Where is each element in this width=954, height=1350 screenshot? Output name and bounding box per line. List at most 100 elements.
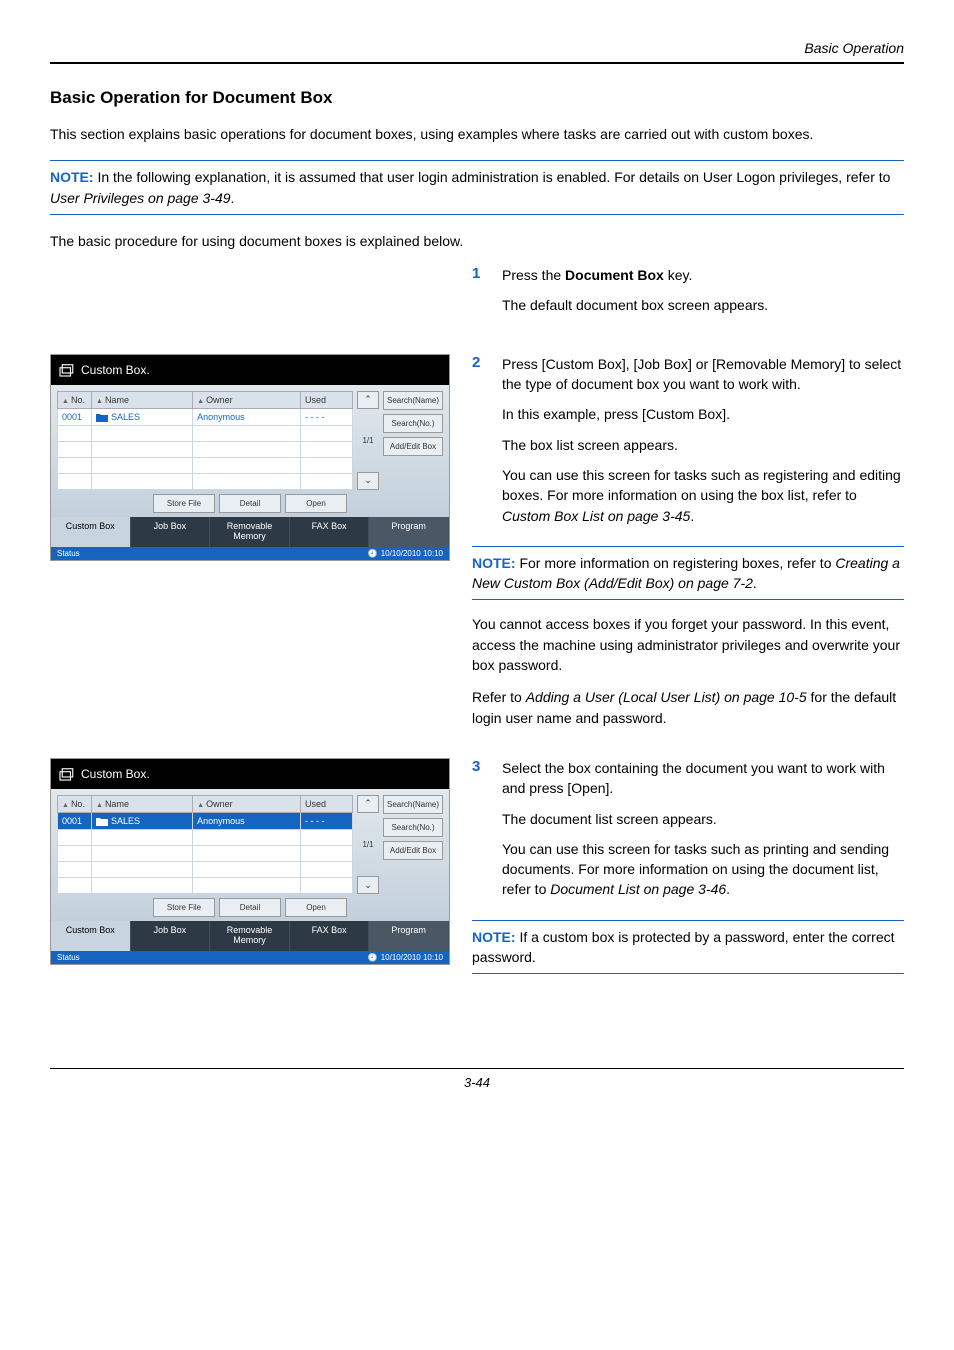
- step1-p2: The default document box screen appears.: [502, 295, 904, 315]
- step3-p2: The document list screen appears.: [502, 809, 904, 829]
- clock: 🕘10/10/2010 10:10: [368, 953, 443, 962]
- note-label: NOTE:: [472, 929, 516, 945]
- cell-no: 0001: [58, 408, 92, 425]
- clock: 🕘10/10/2010 10:10: [368, 549, 443, 558]
- col-name[interactable]: ▲Name: [92, 391, 193, 408]
- screenshot-panel-1: Custom Box. ▲No. ▲Name ▲Owner Used: [50, 354, 450, 561]
- tab-program[interactable]: Program: [369, 517, 449, 547]
- intro-paragraph: This section explains basic operations f…: [50, 124, 904, 144]
- tab-bar: Custom Box Job Box Removable Memory FAX …: [51, 517, 449, 547]
- col-name[interactable]: ▲Name: [92, 795, 193, 812]
- note2-p3a: Refer to: [472, 689, 526, 705]
- col-used: Used: [301, 795, 353, 812]
- search-no-button[interactable]: Search(No.): [383, 818, 443, 837]
- table-row[interactable]: 0001 SALES Anonymous - - - -: [58, 408, 353, 425]
- scroll-up-button[interactable]: ⌃: [357, 391, 379, 409]
- page-indicator: 1/1: [357, 434, 379, 447]
- step2-p1: Press [Custom Box], [Job Box] or [Remova…: [502, 354, 904, 395]
- cell-used: - - - -: [301, 812, 353, 829]
- box-icon: [57, 361, 75, 379]
- panel-title: Custom Box.: [81, 363, 150, 377]
- page-number: 3-44: [50, 1075, 904, 1090]
- sort-icon: ▲: [96, 398, 103, 405]
- add-edit-box-button[interactable]: Add/Edit Box: [383, 437, 443, 456]
- cell-used: - - - -: [301, 408, 353, 425]
- tab-job-box[interactable]: Job Box: [131, 517, 211, 547]
- sort-icon: ▲: [96, 802, 103, 809]
- tab-removable-memory[interactable]: Removable Memory: [210, 517, 290, 547]
- folder-icon: [96, 817, 108, 826]
- cell-name: SALES: [92, 408, 193, 425]
- note-block-1: NOTE: In the following explanation, it i…: [50, 160, 904, 215]
- note3-text: If a custom box is protected by a passwo…: [472, 929, 895, 965]
- tab-program[interactable]: Program: [369, 921, 449, 951]
- detail-button[interactable]: Detail: [219, 494, 281, 513]
- status-label[interactable]: Status: [57, 953, 80, 962]
- step3-ref: Document List on page 3-46: [550, 881, 726, 897]
- clock-icon: 🕘: [368, 549, 378, 558]
- add-edit-box-button[interactable]: Add/Edit Box: [383, 841, 443, 860]
- note-block-3: NOTE: If a custom box is protected by a …: [472, 920, 904, 975]
- step2-p2: In this example, press [Custom Box].: [502, 404, 904, 424]
- tab-removable-memory[interactable]: Removable Memory: [210, 921, 290, 951]
- scroll-down-button[interactable]: ⌄: [357, 876, 379, 894]
- search-name-button[interactable]: Search(Name): [383, 795, 443, 814]
- step-number: 3: [472, 758, 486, 910]
- box-list-table: ▲No. ▲Name ▲Owner Used 0001 SALES Anonym…: [57, 391, 353, 490]
- header-rule: [50, 62, 904, 64]
- tab-fax-box[interactable]: FAX Box: [290, 921, 370, 951]
- status-bar: Status 🕘10/10/2010 10:10: [51, 951, 449, 964]
- note-end: .: [231, 190, 235, 206]
- step2-p3: The box list screen appears.: [502, 435, 904, 455]
- col-used: Used: [301, 391, 353, 408]
- note2-end: .: [753, 575, 757, 591]
- sort-icon: ▲: [197, 398, 204, 405]
- step3-p1: Select the box containing the document y…: [502, 758, 904, 799]
- step1-text-c: key.: [664, 267, 693, 283]
- status-label[interactable]: Status: [57, 549, 80, 558]
- step2-p4c: .: [690, 508, 694, 524]
- cell-no: 0001: [58, 812, 92, 829]
- tab-job-box[interactable]: Job Box: [131, 921, 211, 951]
- note-ref: User Privileges on page 3-49: [50, 190, 231, 206]
- tab-bar: Custom Box Job Box Removable Memory FAX …: [51, 921, 449, 951]
- col-owner[interactable]: ▲Owner: [193, 795, 301, 812]
- clock-icon: 🕘: [368, 953, 378, 962]
- tab-custom-box[interactable]: Custom Box: [51, 921, 131, 951]
- search-no-button[interactable]: Search(No.): [383, 414, 443, 433]
- step-3: 3 Select the box containing the document…: [472, 758, 904, 910]
- tab-custom-box[interactable]: Custom Box: [51, 517, 131, 547]
- sort-icon: ▲: [62, 802, 69, 809]
- store-file-button[interactable]: Store File: [153, 898, 215, 917]
- step2-ref: Custom Box List on page 3-45: [502, 508, 690, 524]
- detail-button[interactable]: Detail: [219, 898, 281, 917]
- procedure-intro: The basic procedure for using document b…: [50, 231, 904, 251]
- store-file-button[interactable]: Store File: [153, 494, 215, 513]
- section-heading: Basic Operation for Document Box: [50, 88, 904, 108]
- open-button[interactable]: Open: [285, 494, 347, 513]
- cell-owner: Anonymous: [193, 408, 301, 425]
- col-owner[interactable]: ▲Owner: [193, 391, 301, 408]
- step3-p3c: .: [726, 881, 730, 897]
- col-no[interactable]: ▲No.: [58, 795, 92, 812]
- col-no[interactable]: ▲No.: [58, 391, 92, 408]
- table-row-selected[interactable]: 0001 SALES Anonymous - - - -: [58, 812, 353, 829]
- page-indicator: 1/1: [357, 838, 379, 851]
- open-button[interactable]: Open: [285, 898, 347, 917]
- step2-p4a: You can use this screen for tasks such a…: [502, 467, 901, 503]
- step-1: 1 Press the Document Box key. The defaul…: [472, 265, 904, 326]
- sort-icon: ▲: [197, 802, 204, 809]
- status-bar: Status 🕘10/10/2010 10:10: [51, 547, 449, 560]
- scroll-down-button[interactable]: ⌄: [357, 472, 379, 490]
- tab-fax-box[interactable]: FAX Box: [290, 517, 370, 547]
- box-icon: [57, 765, 75, 783]
- search-name-button[interactable]: Search(Name): [383, 391, 443, 410]
- step1-key: Document Box: [565, 267, 664, 283]
- footer-rule: [50, 1068, 904, 1069]
- scroll-up-button[interactable]: ⌃: [357, 795, 379, 813]
- note-text: In the following explanation, it is assu…: [94, 169, 891, 185]
- note-label: NOTE:: [472, 555, 516, 571]
- note2-text: For more information on registering boxe…: [516, 555, 836, 571]
- cell-name: SALES: [92, 812, 193, 829]
- cell-owner: Anonymous: [193, 812, 301, 829]
